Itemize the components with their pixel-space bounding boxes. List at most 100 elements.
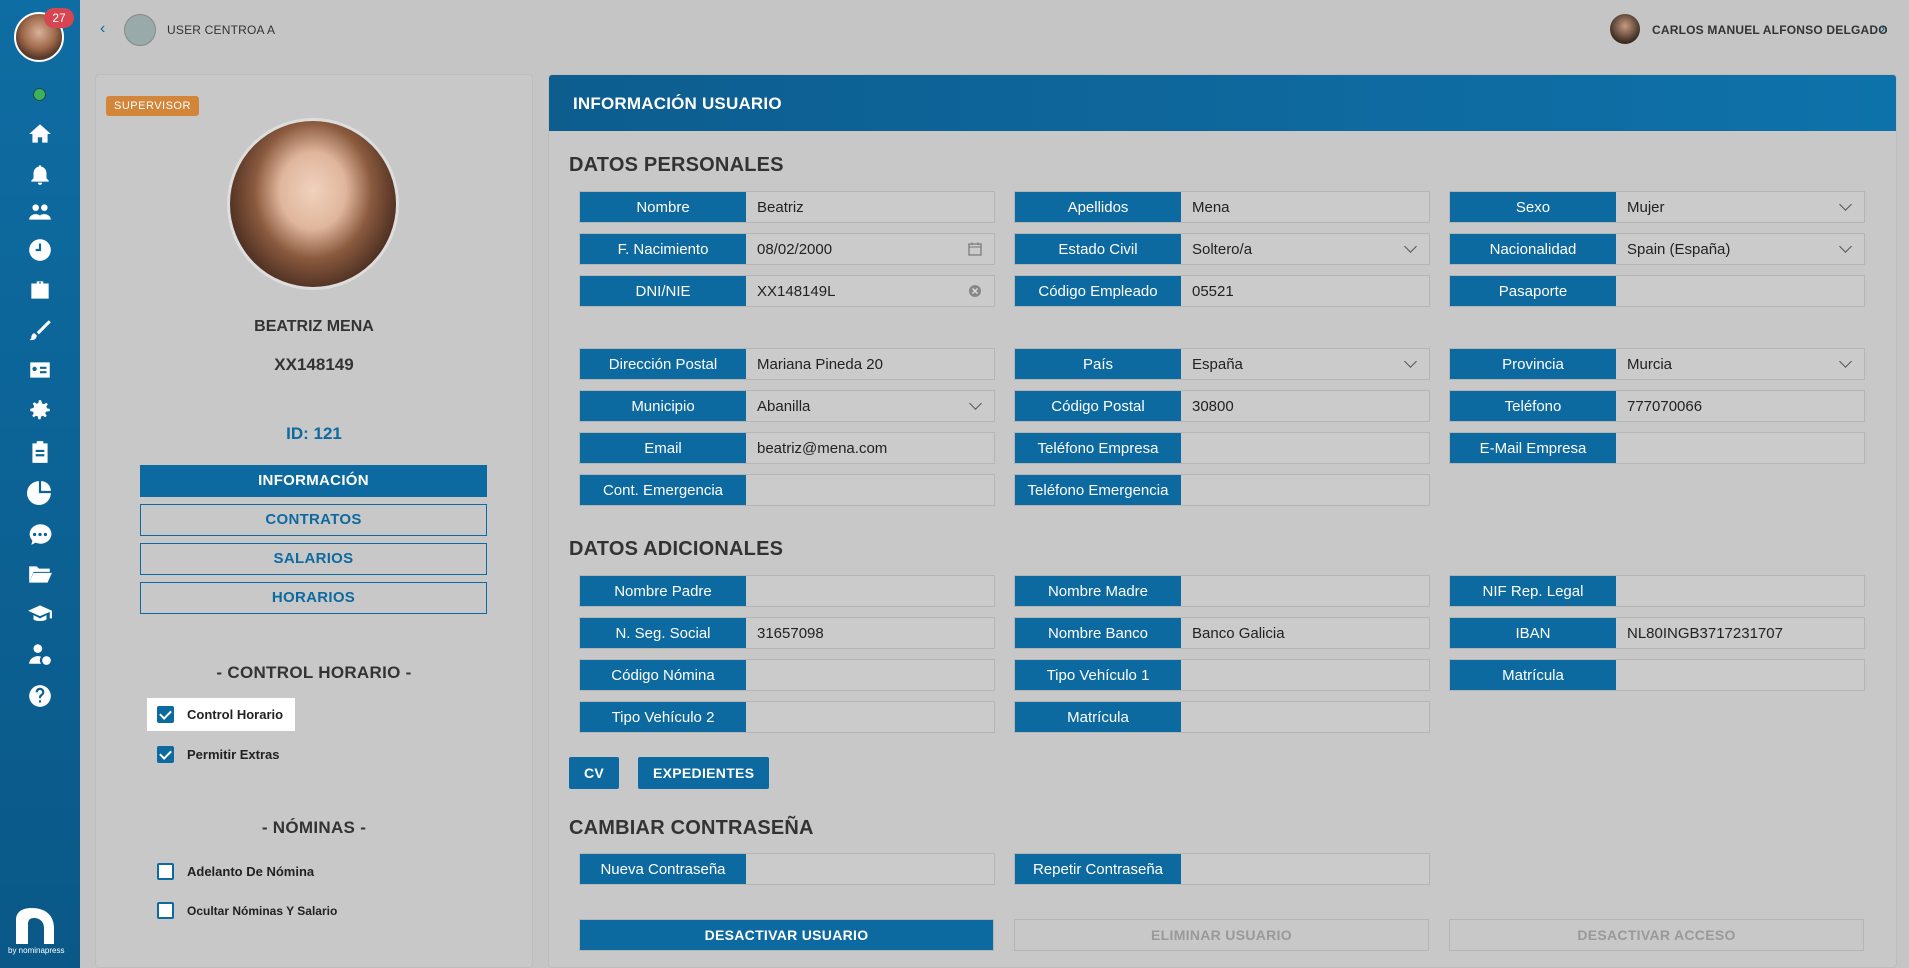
current-user-name[interactable]: CARLOS MANUEL ALFONSO DELGADO: [1652, 23, 1888, 37]
email-empresa-input[interactable]: [1616, 433, 1864, 463]
team-icon[interactable]: [24, 196, 56, 228]
home-icon[interactable]: [24, 118, 56, 150]
tipo-vehiculo-1-input[interactable]: [1181, 660, 1429, 690]
ocultar-nominas-checkbox[interactable]: [157, 902, 174, 919]
field-codigo-postal[interactable]: Código Postal 30800: [1014, 390, 1430, 422]
field-nacionalidad[interactable]: Nacionalidad Spain (España): [1449, 233, 1865, 265]
ocultar-nominas-option[interactable]: Ocultar Nóminas Y Salario: [147, 894, 349, 927]
adelanto-nomina-checkbox[interactable]: [157, 863, 174, 880]
codigo-nomina-input[interactable]: [746, 660, 994, 690]
field-apellidos[interactable]: Apellidos Mena: [1014, 191, 1430, 223]
field-sexo[interactable]: Sexo Mujer: [1449, 191, 1865, 223]
control-horario-checkbox[interactable]: [157, 706, 174, 723]
field-cont-emergencia[interactable]: Cont. Emergencia: [579, 474, 995, 506]
dni-input[interactable]: XX148149L: [746, 276, 994, 306]
field-telefono-emergencia[interactable]: Teléfono Emergencia: [1014, 474, 1430, 506]
pais-select[interactable]: España: [1181, 349, 1429, 379]
clipboard-icon[interactable]: [24, 436, 56, 468]
field-pais[interactable]: País España: [1014, 348, 1430, 380]
chevron-right-icon[interactable]: ›: [1880, 20, 1885, 38]
field-nombre-padre[interactable]: Nombre Padre: [579, 575, 995, 607]
telefono-empresa-input[interactable]: [1181, 433, 1429, 463]
seg-social-input[interactable]: 31657098: [746, 618, 994, 648]
field-direccion[interactable]: Dirección Postal Mariana Pineda 20: [579, 348, 995, 380]
field-dni[interactable]: DNI/NIE XX148149L: [579, 275, 995, 307]
nombre-banco-input[interactable]: Banco Galicia: [1181, 618, 1429, 648]
gear-icon[interactable]: [24, 394, 56, 426]
graduation-cap-icon[interactable]: [24, 598, 56, 630]
matricula-1-input[interactable]: [1616, 660, 1864, 690]
nacimiento-input[interactable]: 08/02/2000: [746, 234, 994, 264]
field-email-empresa[interactable]: E-Mail Empresa: [1449, 432, 1865, 464]
delete-user-button[interactable]: ELIMINAR USUARIO: [1014, 919, 1429, 951]
telefono-input[interactable]: 777070066: [1616, 391, 1864, 421]
repetir-contrasena-input[interactable]: [1181, 854, 1429, 884]
chevron-left-icon[interactable]: ‹: [100, 20, 105, 38]
field-nueva-contrasena[interactable]: Nueva Contraseña: [579, 853, 995, 885]
field-seg-social[interactable]: N. Seg. Social 31657098: [579, 617, 995, 649]
cont-emergencia-input[interactable]: [746, 475, 994, 505]
tab-horarios[interactable]: HORARIOS: [140, 582, 487, 614]
control-horario-option[interactable]: Control Horario: [147, 698, 296, 731]
cv-button[interactable]: CV: [569, 757, 620, 789]
calendar-icon[interactable]: [968, 242, 982, 256]
tipo-vehiculo-2-input[interactable]: [746, 702, 994, 732]
field-codigo-empleado[interactable]: Código Empleado 05521: [1014, 275, 1430, 307]
field-estado-civil[interactable]: Estado Civil Soltero/a: [1014, 233, 1430, 265]
municipio-select[interactable]: Abanilla: [746, 391, 994, 421]
nueva-contrasena-input[interactable]: [746, 854, 994, 884]
matricula-2-input[interactable]: [1181, 702, 1429, 732]
direccion-input[interactable]: Mariana Pineda 20: [746, 349, 994, 379]
field-nombre-banco[interactable]: Nombre Banco Banco Galicia: [1014, 617, 1430, 649]
permitir-extras-option[interactable]: Permitir Extras: [147, 738, 292, 771]
field-matricula-1[interactable]: Matrícula: [1449, 659, 1865, 691]
deactivate-user-button[interactable]: DESACTIVAR USUARIO: [579, 919, 994, 951]
id-card-icon[interactable]: [24, 354, 56, 386]
field-municipio[interactable]: Municipio Abanilla: [579, 390, 995, 422]
help-icon[interactable]: [24, 680, 56, 712]
sexo-select[interactable]: Mujer: [1616, 192, 1864, 222]
pie-chart-icon[interactable]: [24, 476, 56, 508]
apellidos-input[interactable]: Mena: [1181, 192, 1429, 222]
codigo-empleado-input[interactable]: 05521: [1181, 276, 1429, 306]
field-provincia[interactable]: Provincia Murcia: [1449, 348, 1865, 380]
field-pasaporte[interactable]: Pasaporte: [1449, 275, 1865, 307]
tab-informacion[interactable]: INFORMACIÓN: [140, 465, 487, 497]
adelanto-nomina-option[interactable]: Adelanto De Nómina: [147, 855, 326, 888]
tab-contratos[interactable]: CONTRATOS: [140, 504, 487, 536]
telefono-emergencia-input[interactable]: [1181, 475, 1429, 505]
field-nombre[interactable]: Nombre Beatriz: [579, 191, 995, 223]
nombre-padre-input[interactable]: [746, 576, 994, 606]
expedientes-button[interactable]: EXPEDIENTES: [638, 757, 770, 789]
paint-brush-icon[interactable]: [24, 314, 56, 346]
email-input[interactable]: beatriz@mena.com: [746, 433, 994, 463]
field-tipo-vehiculo-2[interactable]: Tipo Vehículo 2: [579, 701, 995, 733]
field-nif-rep-legal[interactable]: NIF Rep. Legal: [1449, 575, 1865, 607]
field-email[interactable]: Email beatriz@mena.com: [579, 432, 995, 464]
chat-icon[interactable]: [24, 518, 56, 550]
field-iban[interactable]: IBAN NL80INGB3717231707: [1449, 617, 1865, 649]
field-codigo-nomina[interactable]: Código Nómina: [579, 659, 995, 691]
nombre-input[interactable]: Beatriz: [746, 192, 994, 222]
current-user-avatar[interactable]: [1610, 14, 1640, 44]
provincia-select[interactable]: Murcia: [1616, 349, 1864, 379]
folder-icon[interactable]: [24, 558, 56, 590]
estado-civil-select[interactable]: Soltero/a: [1181, 234, 1429, 264]
field-telefono[interactable]: Teléfono 777070066: [1449, 390, 1865, 422]
permitir-extras-checkbox[interactable]: [157, 746, 174, 763]
field-f-nacimiento[interactable]: F. Nacimiento 08/02/2000: [579, 233, 995, 265]
iban-input[interactable]: NL80INGB3717231707: [1616, 618, 1864, 648]
field-matricula-2[interactable]: Matrícula: [1014, 701, 1430, 733]
codigo-postal-input[interactable]: 30800: [1181, 391, 1429, 421]
nif-rep-legal-input[interactable]: [1616, 576, 1864, 606]
briefcase-icon[interactable]: [24, 274, 56, 306]
field-telefono-empresa[interactable]: Teléfono Empresa: [1014, 432, 1430, 464]
user-dollar-icon[interactable]: [24, 638, 56, 670]
field-tipo-vehiculo-1[interactable]: Tipo Vehículo 1: [1014, 659, 1430, 691]
deactivate-access-button[interactable]: DESACTIVAR ACCESO: [1449, 919, 1864, 951]
bell-icon[interactable]: [24, 158, 56, 190]
clock-icon[interactable]: [24, 234, 56, 266]
nombre-madre-input[interactable]: [1181, 576, 1429, 606]
tab-salarios[interactable]: SALARIOS: [140, 543, 487, 575]
clear-icon[interactable]: [968, 284, 982, 298]
